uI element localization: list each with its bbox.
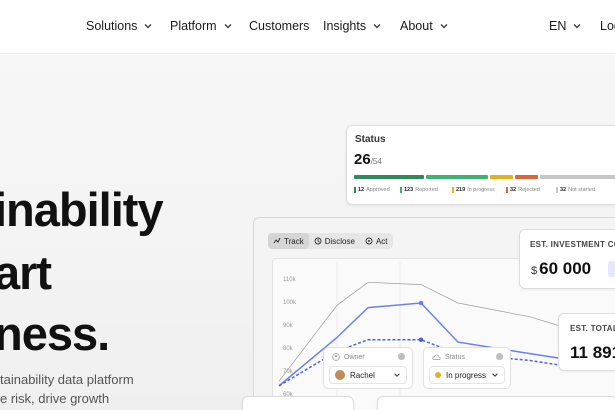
- status-card-title: Status: [355, 134, 386, 145]
- chevron-down-icon: [492, 373, 498, 377]
- y-tick-label: 70k: [283, 369, 293, 375]
- legend-value: 219: [456, 187, 466, 193]
- info-icon: [496, 353, 503, 360]
- tab-act-label: Act: [375, 236, 388, 246]
- legend-label: Approved: [366, 187, 390, 193]
- chevron-down-icon: [144, 24, 152, 29]
- legend-value: 32: [560, 187, 567, 193]
- chevron-down-icon: [373, 24, 381, 29]
- nav-insights-label: Insights: [323, 19, 367, 33]
- status-select-header: Status: [432, 353, 465, 361]
- owner-value: Rachel: [350, 370, 375, 380]
- nav-about[interactable]: About: [400, 19, 449, 33]
- status-bar-segment: [489, 175, 514, 179]
- legend-swatch: [354, 187, 356, 193]
- legend-label: Rejected: [518, 187, 540, 193]
- status-dropdown[interactable]: In progress: [429, 366, 505, 384]
- investment-label: EST. INVESTMENT CO: [530, 240, 615, 249]
- status-select-label: Status: [445, 353, 465, 361]
- avatar: [335, 370, 345, 380]
- nav-platform-label: Platform: [170, 19, 217, 33]
- status-legend-item: 32 Rejected: [506, 187, 540, 193]
- status-card: [346, 125, 615, 205]
- total-label: EST. TOTAL: [570, 324, 615, 333]
- nav-customers[interactable]: Customers: [249, 19, 309, 33]
- y-tick-label: 90k: [283, 323, 293, 329]
- status-bar-segment: [354, 175, 424, 179]
- act-icon: [365, 237, 373, 245]
- bottom-card-left: [242, 396, 354, 410]
- hero-title-line-3: ness.: [0, 307, 110, 360]
- investment-currency: $: [531, 265, 538, 277]
- login-label: Log: [600, 19, 615, 33]
- legend-swatch: [556, 187, 558, 193]
- y-tick-label: 80k: [283, 346, 293, 352]
- hero-subtitle-line-1: tainability data platform: [0, 372, 134, 387]
- chevron-down-icon: [394, 373, 400, 377]
- legend-value: 12: [358, 187, 365, 193]
- legend-swatch: [452, 187, 454, 193]
- chevron-down-icon: [440, 24, 448, 29]
- status-dot-icon: [435, 372, 441, 378]
- status-legend-item: 32 Not started: [556, 187, 595, 193]
- hero-title-line-2: art: [0, 246, 52, 299]
- status-count-value: 26: [354, 151, 371, 168]
- disclose-icon: [314, 237, 322, 245]
- nav-platform[interactable]: Platform: [170, 19, 233, 33]
- status-count-total: /54: [370, 157, 382, 166]
- y-tick-label: 100k: [283, 300, 297, 306]
- language-selector[interactable]: EN: [549, 19, 582, 33]
- status-bar-segment: [540, 175, 615, 179]
- y-tick-label: 110k: [283, 277, 296, 283]
- legend-label: In progress: [467, 187, 495, 193]
- dashboard-tabs: Track Disclose Act: [268, 233, 393, 249]
- nav-solutions-label: Solutions: [86, 19, 138, 33]
- tab-act[interactable]: Act: [360, 233, 393, 249]
- legend-swatch: [400, 187, 402, 193]
- status-bar-segment: [515, 175, 539, 179]
- tab-disclose-label: Disclose: [324, 236, 355, 246]
- legend-value: 32: [510, 187, 517, 193]
- investment-badge: [608, 261, 615, 277]
- user-icon: [332, 353, 340, 361]
- track-icon: [273, 237, 281, 244]
- investment-value: 60 000: [539, 259, 592, 278]
- info-icon: [398, 353, 405, 360]
- status-legend-item: 123 Reported: [400, 187, 438, 193]
- nav-customers-label: Customers: [249, 19, 310, 33]
- language-label: EN: [549, 19, 567, 33]
- nav-solutions[interactable]: Solutions: [86, 19, 153, 33]
- legend-label: Reported: [415, 187, 438, 193]
- chevron-down-icon: [573, 24, 581, 29]
- nav-insights[interactable]: Insights: [323, 19, 382, 33]
- legend-value: 123: [404, 187, 414, 193]
- tab-disclose[interactable]: Disclose: [309, 233, 360, 249]
- owner-card: Owner Rachel: [323, 347, 413, 389]
- investment-amount: $ 60 000: [531, 259, 591, 279]
- hero-subtitle-line-2: e risk, drive growth: [0, 391, 110, 406]
- status-legend-item: 219 In progress: [452, 187, 495, 193]
- status-bar-segment: [425, 175, 488, 179]
- owner-card-label: Owner: [344, 353, 365, 361]
- bottom-card-right: [377, 396, 615, 410]
- legend-swatch: [506, 187, 508, 193]
- total-value: 11 891: [570, 343, 615, 362]
- status-count: 26 /54: [354, 151, 382, 168]
- nav-about-label: About: [400, 19, 433, 33]
- login-link[interactable]: Log: [600, 19, 615, 33]
- top-navigation: Solutions Platform Customers Insights Ab…: [0, 0, 615, 54]
- legend-label: Not started: [568, 187, 596, 193]
- status-legend-item: 12 Approved: [354, 187, 390, 193]
- tab-track-label: Track: [284, 236, 304, 246]
- owner-select[interactable]: Rachel: [329, 366, 407, 384]
- hero-title-line-1: inability: [0, 183, 164, 236]
- tab-track[interactable]: Track: [268, 233, 309, 249]
- status-select-card: Status In progress: [423, 347, 511, 389]
- status-select-value: In progress: [446, 370, 487, 380]
- status-progress-bar: [354, 175, 615, 179]
- chevron-down-icon: [224, 24, 232, 29]
- owner-card-header: Owner: [332, 353, 365, 361]
- cloud-icon: [432, 354, 441, 360]
